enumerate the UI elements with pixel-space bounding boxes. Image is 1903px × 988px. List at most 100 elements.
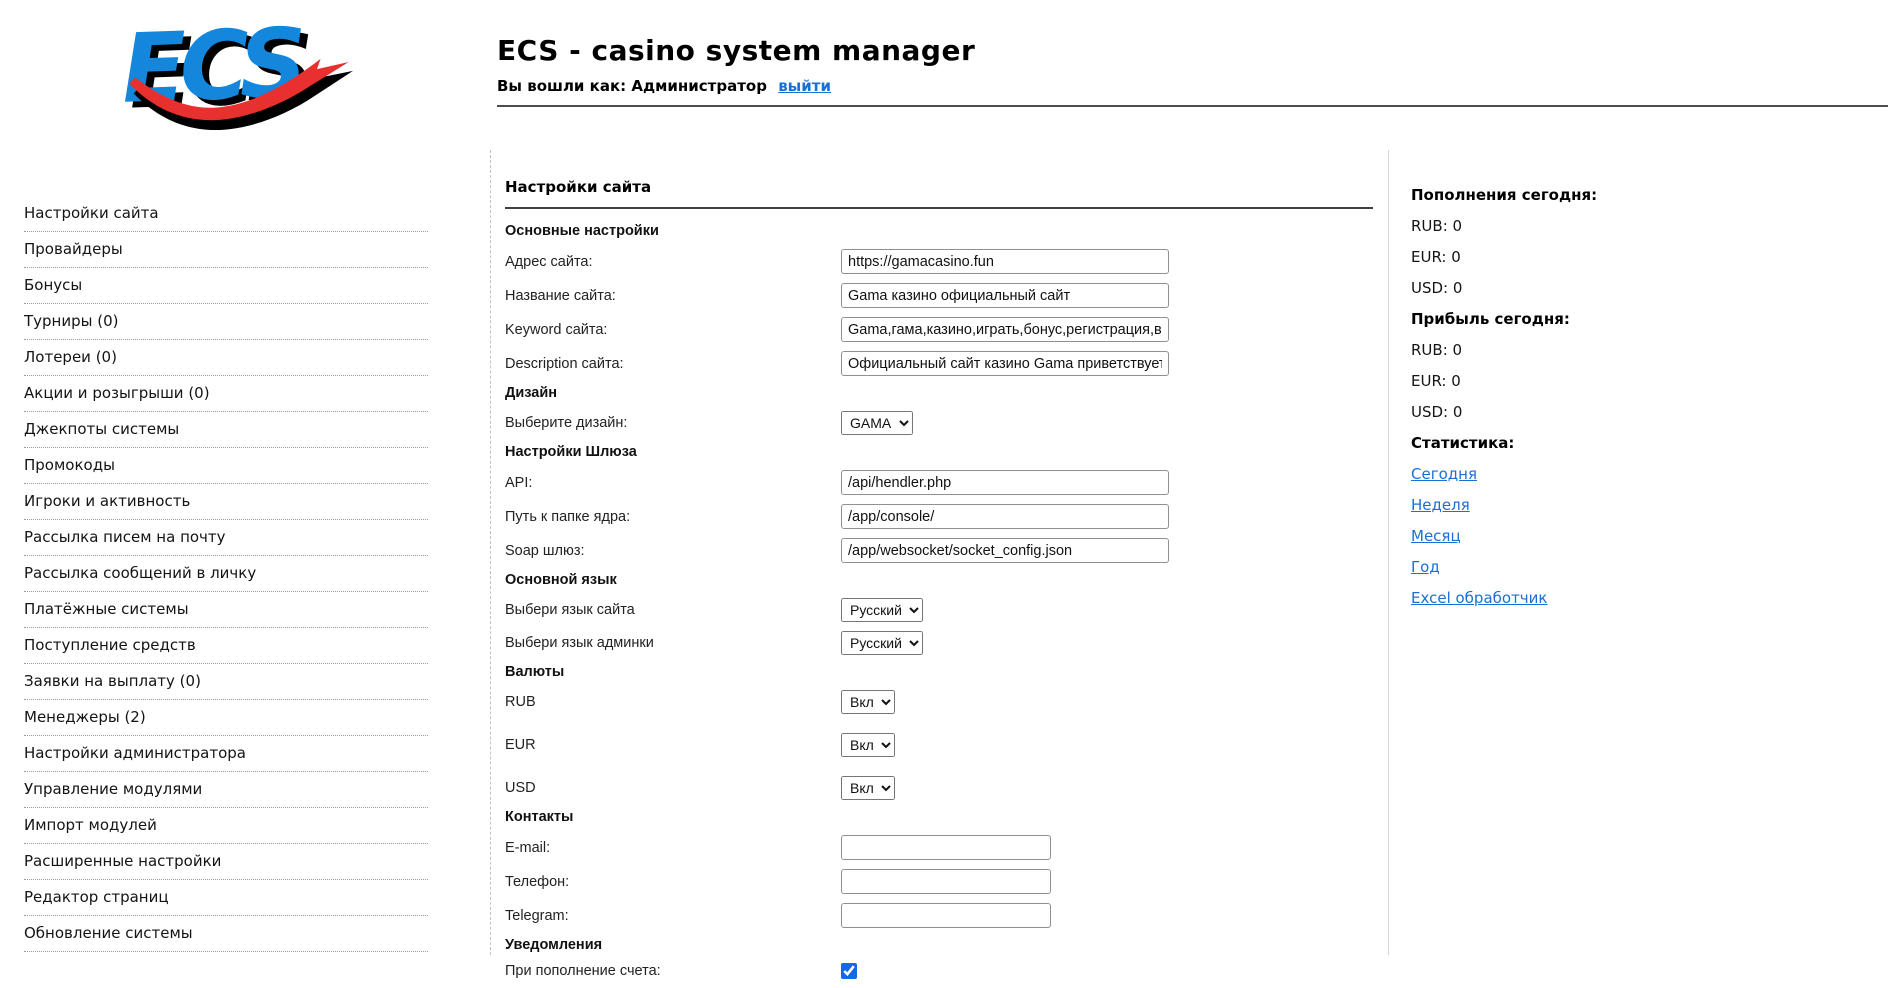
form-row: E-mail: — [505, 835, 1373, 860]
sidebar-item[interactable]: Менеджеры (2) — [24, 700, 428, 736]
sidebar-item[interactable]: Промокоды — [24, 448, 428, 484]
sidebar-item[interactable]: Управление модулями — [24, 772, 428, 808]
aside-stat-value: USD: 0 — [1411, 279, 1871, 297]
sidebar-item[interactable]: Рассылка писем на почту — [24, 520, 428, 556]
form-row: Адрес сайта: — [505, 249, 1373, 274]
form-row: Путь к папке ядра: — [505, 504, 1373, 529]
sidebar-menu: Настройки сайтаПровайдерыБонусыТурниры (… — [24, 196, 428, 952]
select-dropdown[interactable]: Вкл — [841, 776, 895, 800]
text-input[interactable] — [841, 351, 1169, 376]
sidebar-item[interactable]: Лотереи (0) — [24, 340, 428, 376]
notification-checkbox[interactable] — [841, 963, 857, 979]
aside-link[interactable]: Неделя — [1411, 496, 1470, 514]
sidebar-item[interactable]: Турниры (0) — [24, 304, 428, 340]
sidebar-item[interactable]: Редактор страниц — [24, 880, 428, 916]
field-label: API: — [505, 475, 841, 491]
select-dropdown[interactable]: Русский — [841, 598, 923, 622]
section-header: Уведомления — [505, 937, 1373, 953]
field-label: Путь к папке ядра: — [505, 509, 841, 525]
field-label: EUR — [505, 737, 841, 753]
field-label: Description сайта: — [505, 356, 841, 372]
text-input[interactable] — [841, 504, 1169, 529]
sidebar-item[interactable]: Бонусы — [24, 268, 428, 304]
aside-link-row: Год — [1411, 558, 1871, 576]
form-row: Выбери язык сайтаРусский — [505, 598, 1373, 622]
form-row: Выбери язык админкиРусский — [505, 631, 1373, 655]
stats-panel: Пополнения сегодня:RUB: 0EUR: 0USD: 0При… — [1411, 186, 1871, 620]
login-status: Вы вошли как: Администратор выйти — [497, 77, 975, 95]
aside-link-row: Сегодня — [1411, 465, 1871, 483]
aside-link[interactable]: Месяц — [1411, 527, 1461, 545]
sidebar-item[interactable]: Акции и розыгрыши (0) — [24, 376, 428, 412]
settings-title-divider — [505, 207, 1373, 209]
form-row: Telegram: — [505, 903, 1373, 928]
field-label: Telegram: — [505, 908, 841, 924]
form-row: При пополнение счета: — [505, 963, 1373, 979]
form-row: Keyword сайта: — [505, 317, 1373, 342]
section-header: Контакты — [505, 809, 1373, 825]
section-header: Дизайн — [505, 385, 1373, 401]
sidebar-item[interactable]: Платёжные системы — [24, 592, 428, 628]
sidebar-item[interactable]: Настройки сайта — [24, 196, 428, 232]
form-row: API: — [505, 470, 1373, 495]
login-prefix: Вы вошли как: — [497, 77, 626, 95]
sidebar-item[interactable]: Настройки администратора — [24, 736, 428, 772]
sidebar-main-divider — [490, 150, 491, 955]
form-row: Название сайта: — [505, 283, 1373, 308]
sidebar-item[interactable]: Заявки на выплату (0) — [24, 664, 428, 700]
sidebar-item[interactable]: Импорт модулей — [24, 808, 428, 844]
field-label: Название сайта: — [505, 288, 841, 304]
sidebar-item[interactable]: Игроки и активность — [24, 484, 428, 520]
page-title: ECS - casino system manager — [497, 34, 975, 67]
sidebar-item[interactable]: Джекпоты системы — [24, 412, 428, 448]
header-divider — [497, 105, 1888, 107]
aside-link-row: Месяц — [1411, 527, 1871, 545]
text-input[interactable] — [841, 835, 1051, 860]
text-input[interactable] — [841, 470, 1169, 495]
section-header: Валюты — [505, 664, 1373, 680]
header: ECS - casino system manager Вы вошли как… — [497, 34, 975, 95]
settings-title: Настройки сайта — [505, 178, 1373, 196]
sidebar-item[interactable]: Рассылка сообщений в личку — [24, 556, 428, 592]
field-label: Выбери язык сайта — [505, 602, 841, 618]
aside-group-title: Прибыль сегодня: — [1411, 310, 1871, 328]
aside-group-title: Пополнения сегодня: — [1411, 186, 1871, 204]
select-dropdown[interactable]: GAMA — [841, 411, 913, 435]
select-dropdown[interactable]: Русский — [841, 631, 923, 655]
sidebar-item[interactable]: Расширенные настройки — [24, 844, 428, 880]
sidebar: Настройки сайтаПровайдерыБонусыТурниры (… — [24, 196, 428, 952]
text-input[interactable] — [841, 538, 1169, 563]
ecs-logo-graphic: ECS ECS — [113, 12, 353, 130]
text-input[interactable] — [841, 317, 1169, 342]
sidebar-item[interactable]: Провайдеры — [24, 232, 428, 268]
select-dropdown[interactable]: Вкл — [841, 733, 895, 757]
text-input[interactable] — [841, 283, 1169, 308]
aside-link[interactable]: Сегодня — [1411, 465, 1477, 483]
section-header: Основные настройки — [505, 223, 1373, 239]
logout-link[interactable]: выйти — [778, 77, 831, 95]
aside-link[interactable]: Excel обработчик — [1411, 589, 1547, 607]
form-row: Description сайта: — [505, 351, 1373, 376]
form-row: USDВкл — [505, 776, 1373, 800]
aside-stat-value: RUB: 0 — [1411, 217, 1871, 235]
aside-link-row: Неделя — [1411, 496, 1871, 514]
select-dropdown[interactable]: Вкл — [841, 690, 895, 714]
text-input[interactable] — [841, 869, 1051, 894]
field-label: RUB — [505, 694, 841, 710]
section-header: Основной язык — [505, 572, 1373, 588]
field-label: Выберите дизайн: — [505, 415, 841, 431]
sidebar-item[interactable]: Обновление системы — [24, 916, 428, 952]
field-label: Keyword сайта: — [505, 322, 841, 338]
aside-link[interactable]: Год — [1411, 558, 1440, 576]
text-input[interactable] — [841, 903, 1051, 928]
login-user: Администратор — [631, 77, 767, 95]
section-header: Настройки Шлюза — [505, 444, 1373, 460]
form-row: Выберите дизайн:GAMA — [505, 411, 1373, 435]
field-label: Адрес сайта: — [505, 254, 841, 270]
sidebar-item[interactable]: Поступление средств — [24, 628, 428, 664]
aside-link-row: Excel обработчик — [1411, 589, 1871, 607]
app-logo: ECS ECS — [113, 12, 353, 130]
aside-group-title: Статистика: — [1411, 434, 1871, 452]
text-input[interactable] — [841, 249, 1169, 274]
aside-stat-value: RUB: 0 — [1411, 341, 1871, 359]
